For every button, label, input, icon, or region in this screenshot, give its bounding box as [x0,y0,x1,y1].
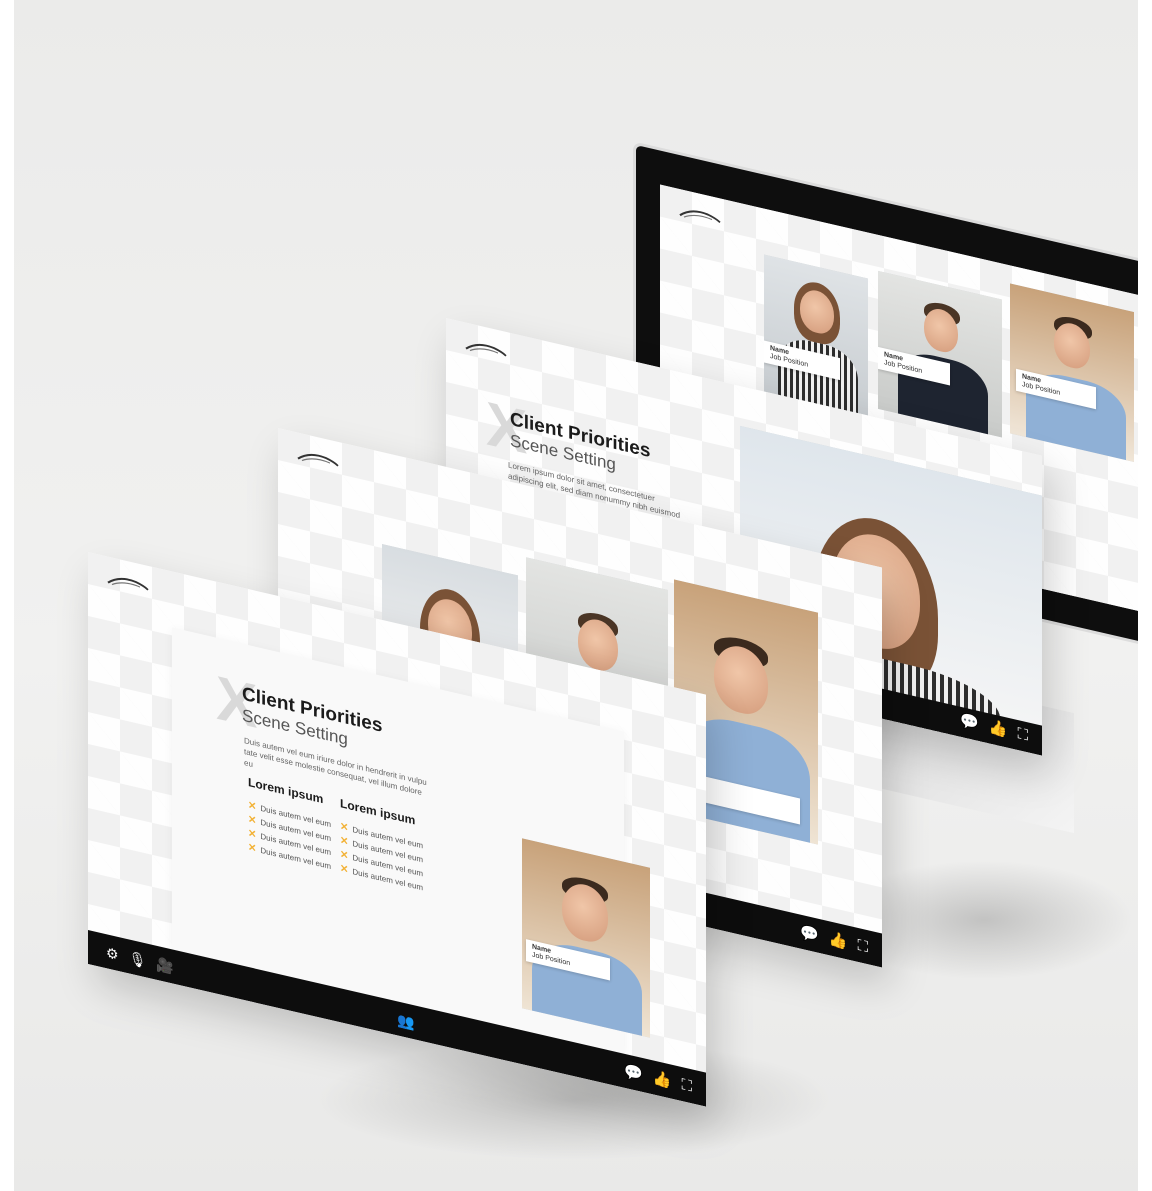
like-icon[interactable]: 👍 [653,1068,672,1092]
chat-icon[interactable]: 💬 [624,1062,643,1086]
like-icon[interactable]: 👍 [989,717,1008,741]
settings-icon[interactable]: ⚙ [106,942,119,965]
toolbar-left-icons: ⚙ 🎙 🎥 [106,942,174,978]
chat-icon[interactable]: 💬 [800,923,819,947]
camera-icon[interactable]: 🎥 [156,954,173,978]
bullet-mark-icon: ✕ [340,821,349,835]
bullet-mark-icon: ✕ [248,813,257,827]
participant-video[interactable]: Name Job Position [878,270,1002,438]
participant-video[interactable]: Name Job Position [1010,283,1134,462]
toolbar-right-icons: 💬 👍 ⛶ [800,923,868,959]
bullet-mark-icon: ✕ [340,863,349,877]
bullet-mark-icon: ✕ [340,835,349,849]
fullscreen-icon[interactable]: ⛶ [857,936,868,958]
bullet-mark-icon: ✕ [340,849,349,863]
mockup-scene: Name Job Position Name Job Position Name… [14,0,1138,1191]
bullet-mark-icon: ✕ [248,841,257,855]
participant-video[interactable]: Name Job Position [764,254,868,419]
fullscreen-icon[interactable]: ⛶ [681,1075,692,1097]
like-icon[interactable]: 👍 [829,929,848,953]
chat-icon[interactable]: 💬 [960,711,979,735]
presenter-video[interactable]: Name Job Position [522,838,650,1038]
group-icon[interactable]: 👥 [397,1009,414,1033]
bullet-mark-icon: ✕ [248,827,257,841]
fullscreen-icon[interactable]: ⛶ [1017,724,1028,746]
microphone-icon[interactable]: 🎙 [129,947,147,971]
bullet-mark-icon: ✕ [248,799,257,813]
